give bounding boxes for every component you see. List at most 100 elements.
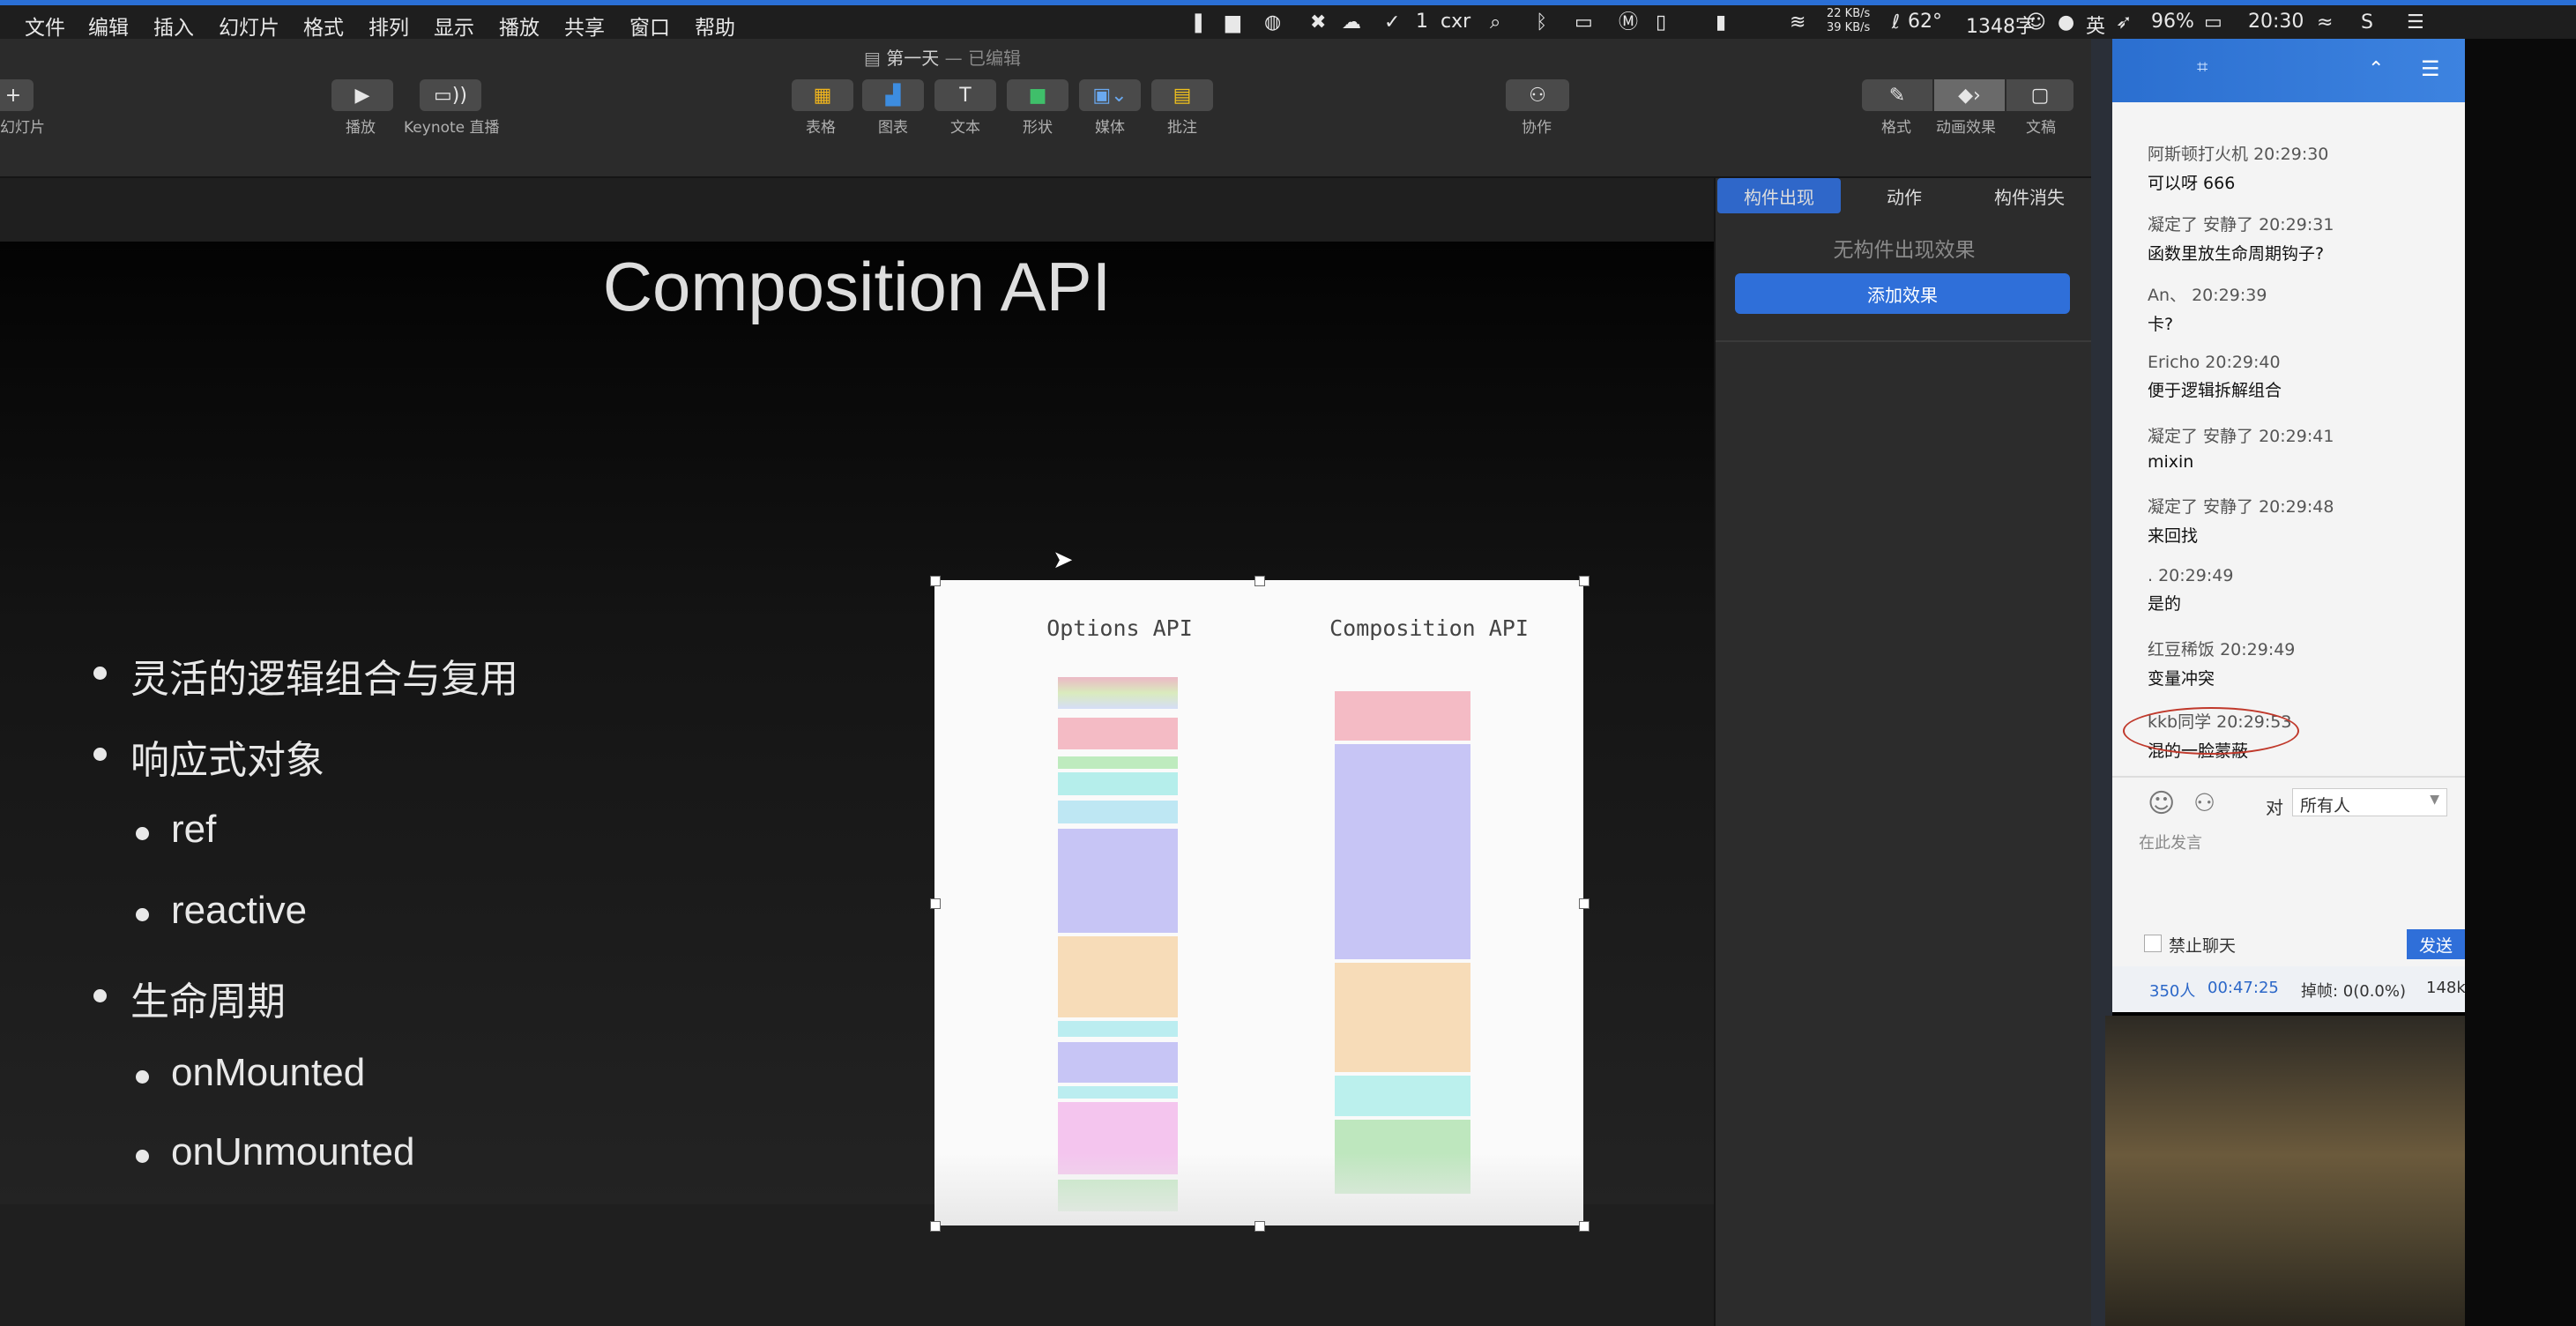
net-down: 39 KB/s <box>1827 21 1871 34</box>
send-button[interactable]: 发送 <box>2407 929 2465 959</box>
play-button[interactable]: ▶ <box>331 79 393 111</box>
menu-insert[interactable]: 插入 <box>153 11 194 41</box>
resize-handle-l[interactable] <box>930 898 941 909</box>
send-icon[interactable]: ➶ <box>2116 12 2132 34</box>
bullet-onmounted[interactable]: onMounted <box>135 1051 365 1095</box>
menu-file[interactable]: 文件 <box>25 11 65 41</box>
shield-icon[interactable]: ◍ <box>1264 12 1281 34</box>
microphone-icon[interactable]: ● <box>2058 12 2074 34</box>
bullet-ref[interactable]: ref <box>135 808 216 852</box>
menu-icon[interactable]: ☰ <box>2421 56 2440 81</box>
tab-build-in[interactable]: 构件出现 <box>1717 178 1841 213</box>
menu-help[interactable]: 帮助 <box>695 11 735 41</box>
message-input[interactable]: 在此发言 <box>2139 831 2438 919</box>
wifi-icon[interactable]: ≈ <box>2317 12 2333 34</box>
fan-icon[interactable]: ≋ <box>1790 12 1805 34</box>
menu-format[interactable]: 格式 <box>303 11 344 41</box>
highlight-circle <box>2123 707 2299 755</box>
composition-block-cyan <box>1335 1076 1470 1116</box>
options-block-purple-2 <box>1058 1042 1178 1083</box>
menu-edit[interactable]: 编辑 <box>88 11 129 41</box>
chat-message: 阿斯顿打火机 20:29:30 可以呀 666 <box>2148 141 2328 194</box>
resize-handle-bl[interactable] <box>930 1221 941 1232</box>
options-api-heading: Options API <box>1046 615 1193 641</box>
shape-button[interactable]: ■ <box>1007 79 1068 111</box>
folder-icon[interactable]: ▆ <box>1225 12 1240 34</box>
format-button[interactable]: ✎ <box>1862 79 1932 111</box>
sender-name: 凝定了 安静了 <box>2148 215 2254 235</box>
stream-duration: 00:47:25 <box>2207 979 2279 997</box>
m-circle-icon[interactable]: Ⓜ <box>1619 12 1638 34</box>
resize-handle-r[interactable] <box>1579 898 1590 909</box>
bookmark-icon[interactable]: ❚ <box>1190 12 1206 34</box>
resize-handle-tr[interactable] <box>1579 576 1590 586</box>
battery-icon[interactable]: ▭ <box>2204 12 2222 34</box>
tool-icon[interactable]: ✖ <box>1310 12 1326 34</box>
resize-handle-br[interactable] <box>1579 1221 1590 1232</box>
menu-play[interactable]: 播放 <box>499 11 540 41</box>
options-block-teal <box>1058 1021 1178 1037</box>
menu-slide[interactable]: 幻灯片 <box>219 11 279 41</box>
keynote-live-button[interactable]: ▭)) <box>420 79 481 111</box>
document-button[interactable]: ▢ <box>2006 79 2073 111</box>
chat-message: Ericho 20:29:40 便于逻辑拆解组合 <box>2148 353 2282 401</box>
window-grid-icon[interactable]: ⌗ <box>2197 56 2207 78</box>
display-icon[interactable]: ▯ <box>1656 12 1666 34</box>
list-icon[interactable]: ☰ <box>2407 12 2424 34</box>
menu-arrange[interactable]: 排列 <box>369 11 409 41</box>
table-button[interactable]: ▦ <box>792 79 853 111</box>
chart-button[interactable]: ▟ <box>862 79 924 111</box>
menu-share[interactable]: 共享 <box>564 11 605 41</box>
bullet-lifecycle[interactable]: 生命周期 <box>93 970 286 1026</box>
sender-name: . <box>2148 566 2154 585</box>
s-app-icon[interactable]: S <box>2361 12 2373 34</box>
message-time: 20:29:30 <box>2253 145 2329 164</box>
cloud-icon[interactable]: ☁ <box>1342 12 1361 34</box>
add-effect-button[interactable]: 添加效果 <box>1735 273 2070 314</box>
memory-icon[interactable]: ▮ <box>1716 12 1726 34</box>
menu-window[interactable]: 窗口 <box>629 11 670 41</box>
resize-handle-b[interactable] <box>1254 1221 1265 1232</box>
clock[interactable]: 20:30 <box>2248 11 2304 33</box>
plus-icon: + <box>4 84 22 107</box>
add-slide-button[interactable]: + <box>0 79 34 111</box>
emoji-icon[interactable]: ☺ <box>2148 788 2175 819</box>
airplay-icon[interactable]: ▭ <box>1575 12 1593 34</box>
text-label: 文本 <box>950 119 980 137</box>
collapse-icon[interactable]: ⌃ <box>2368 58 2384 80</box>
mute-checkbox[interactable] <box>2144 935 2162 952</box>
bullet-reactive[interactable]: reactive <box>135 889 307 933</box>
comparison-image[interactable]: Options API Composition API <box>930 576 1590 1232</box>
sender-name: An、 <box>2148 286 2187 305</box>
comment-button[interactable]: ▤ <box>1151 79 1213 111</box>
input-method[interactable]: 英 <box>2086 11 2105 39</box>
menu-view[interactable]: 显示 <box>434 11 474 41</box>
resize-handle-tl[interactable] <box>930 576 941 586</box>
emoji-icon[interactable]: ☺ <box>2026 12 2046 34</box>
text-button[interactable]: T <box>934 79 996 111</box>
message-text: 来回找 <box>2148 526 2199 546</box>
collaborate-button[interactable]: ⚇ <box>1506 79 1569 111</box>
bluetooth-icon[interactable]: ᛒ <box>1536 12 1547 34</box>
user-name[interactable]: cxr <box>1441 11 1470 33</box>
slide-title[interactable]: Composition API <box>0 247 1714 327</box>
people-icon[interactable]: ⚇ <box>2193 788 2215 817</box>
options-block-data <box>1058 677 1178 709</box>
media-label: 媒体 <box>1095 119 1125 137</box>
bullet-logic-reuse[interactable]: 灵活的逻辑组合与复用 <box>93 647 518 704</box>
message-text: 变量冲突 <box>2148 669 2215 689</box>
menu-bar: 文件 编辑 插入 幻灯片 格式 排列 显示 播放 共享 窗口 帮助 ❚ ▆ ◍ … <box>0 0 2576 41</box>
bullet-reactive-object[interactable]: 响应式对象 <box>93 728 324 785</box>
bullet-onunmounted[interactable]: onUnmounted <box>135 1130 414 1174</box>
tab-build-out[interactable]: 构件消失 <box>1968 178 2091 213</box>
check-count: 1 <box>1416 11 1428 33</box>
media-button[interactable]: ▣⌄ <box>1079 79 1141 111</box>
tab-action[interactable]: 动作 <box>1843 178 1966 213</box>
search-icon[interactable]: ⌕ <box>1490 12 1500 34</box>
check-circle-icon[interactable]: ✓ <box>1384 12 1400 34</box>
resize-handle-t[interactable] <box>1254 576 1265 586</box>
animate-button[interactable]: ◆› <box>1934 79 2005 111</box>
animate-label: 动画效果 <box>1936 119 1996 137</box>
dropped-frames: 掉帧: 0(0.0%) <box>2301 982 2407 1001</box>
recipient-select[interactable]: 所有人 ▼ <box>2292 788 2447 816</box>
